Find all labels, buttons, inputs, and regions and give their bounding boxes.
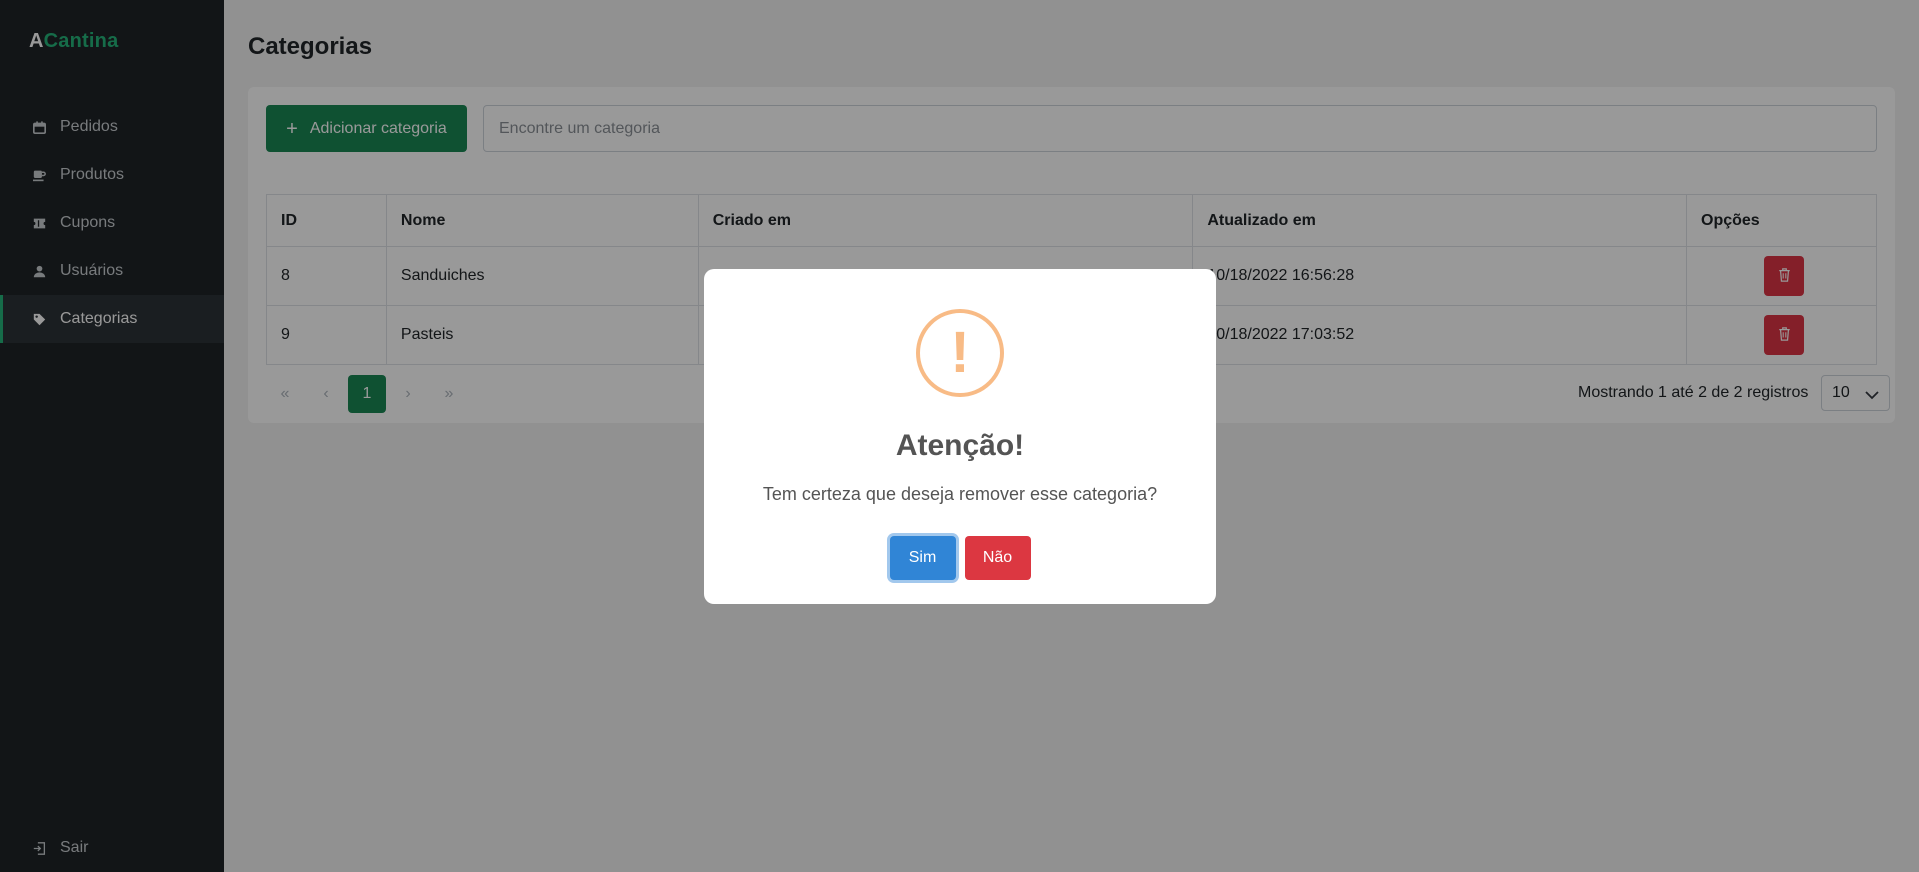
confirm-dialog: ! Atenção! Tem certeza que deseja remove… [704,269,1216,604]
dialog-actions: Sim Não [704,536,1216,580]
dialog-title: Atenção! [895,429,1025,462]
cancel-button[interactable]: Não [964,536,1031,580]
dialog-message: Tem certeza que deseja remover esse cate… [762,484,1158,504]
warning-mark: ! [950,320,970,385]
confirm-button[interactable]: Sim [889,536,956,580]
warning-icon: ! [916,309,1004,397]
